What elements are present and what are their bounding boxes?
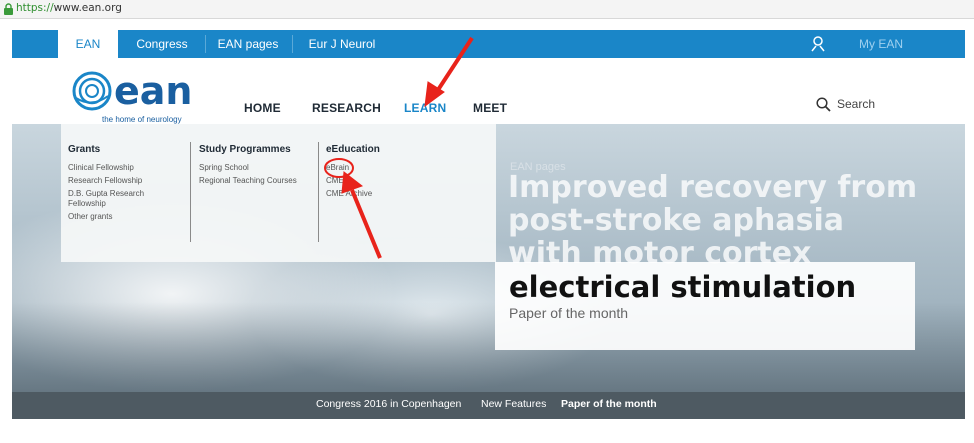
hero-card-title: electrical stimulation <box>509 270 857 304</box>
strip-link-congress[interactable]: Congress 2016 in Copenhagen <box>316 398 461 410</box>
site-header: ean the home of neurology HOME RESEARCH … <box>12 58 965 124</box>
hero-card[interactable]: electrical stimulation Paper of the mont… <box>495 262 915 350</box>
search-link[interactable]: Search <box>837 97 875 111</box>
lock-icon <box>4 3 13 15</box>
menu-column-grants: Grants Clinical Fellowship Research Fell… <box>68 144 168 225</box>
page: https://www.ean.org EAN Congress EAN pag… <box>0 0 974 443</box>
menu-item-cme[interactable]: CME <box>326 176 380 186</box>
menu-column-study: Study Programmes Spring School Regional … <box>199 144 297 189</box>
tab-eur-j-neurol[interactable]: Eur J Neurol <box>296 30 388 58</box>
menu-item-ebrain[interactable]: eBrain <box>326 163 380 173</box>
logo-tagline: the home of neurology <box>102 115 182 124</box>
menu-column-eeducation: eEducation eBrain CME CME Archive <box>326 144 380 202</box>
hero-card-subtitle: Paper of the month <box>509 305 629 321</box>
strip-link-paper-of-month[interactable]: Paper of the month <box>561 398 657 410</box>
menu-item-db-gupta[interactable]: D.B. Gupta Research Fellowship <box>68 189 168 209</box>
menu-item-spring-school[interactable]: Spring School <box>199 163 297 173</box>
menu-item-cme-archive[interactable]: CME Archive <box>326 189 380 199</box>
nav-home[interactable]: HOME <box>244 101 281 115</box>
search-icon[interactable] <box>816 97 831 112</box>
logo-wordmark: ean <box>114 69 192 113</box>
menu-heading[interactable]: eEducation <box>326 144 380 155</box>
tab-ean-pages[interactable]: EAN pages <box>208 30 288 58</box>
tab-congress[interactable]: Congress <box>122 30 202 58</box>
menu-heading[interactable]: Study Programmes <box>199 144 297 155</box>
menu-divider <box>190 142 191 242</box>
nav-learn[interactable]: LEARN <box>404 101 446 115</box>
menu-item-other-grants[interactable]: Other grants <box>68 212 168 222</box>
ean-logo-mark: ean <box>72 69 192 113</box>
tab-ean[interactable]: EAN <box>58 30 118 58</box>
strip-link-new-features[interactable]: New Features <box>481 398 546 410</box>
menu-divider <box>318 142 319 242</box>
nav-research[interactable]: RESEARCH <box>312 101 381 115</box>
ean-logo[interactable]: ean the home of neurology <box>72 66 222 124</box>
url-text: https://www.ean.org <box>16 2 122 14</box>
hero-title-line: post-stroke aphasia <box>508 203 844 238</box>
hero-link-strip: Congress 2016 in Copenhagen New Features… <box>12 392 965 419</box>
user-icon[interactable] <box>811 36 825 52</box>
my-ean-link[interactable]: My EAN <box>859 30 903 58</box>
learn-dropdown-menu: Grants Clinical Fellowship Research Fell… <box>61 124 496 262</box>
menu-item-research-fellowship[interactable]: Research Fellowship <box>68 176 168 186</box>
menu-item-regional-courses[interactable]: Regional Teaching Courses <box>199 176 297 186</box>
nav-separator <box>292 35 293 53</box>
nav-meet[interactable]: MEET <box>473 101 507 115</box>
top-nav-bar: EAN Congress EAN pages Eur J Neurol My E… <box>12 30 965 58</box>
menu-item-clinical-fellowship[interactable]: Clinical Fellowship <box>68 163 168 173</box>
nav-separator <box>205 35 206 53</box>
menu-heading[interactable]: Grants <box>68 144 168 155</box>
hero-title[interactable]: Improved recovery from post-stroke aphas… <box>508 165 928 270</box>
browser-url-bar[interactable]: https://www.ean.org <box>0 0 974 19</box>
hero-title-line: Improved recovery from <box>508 170 918 205</box>
